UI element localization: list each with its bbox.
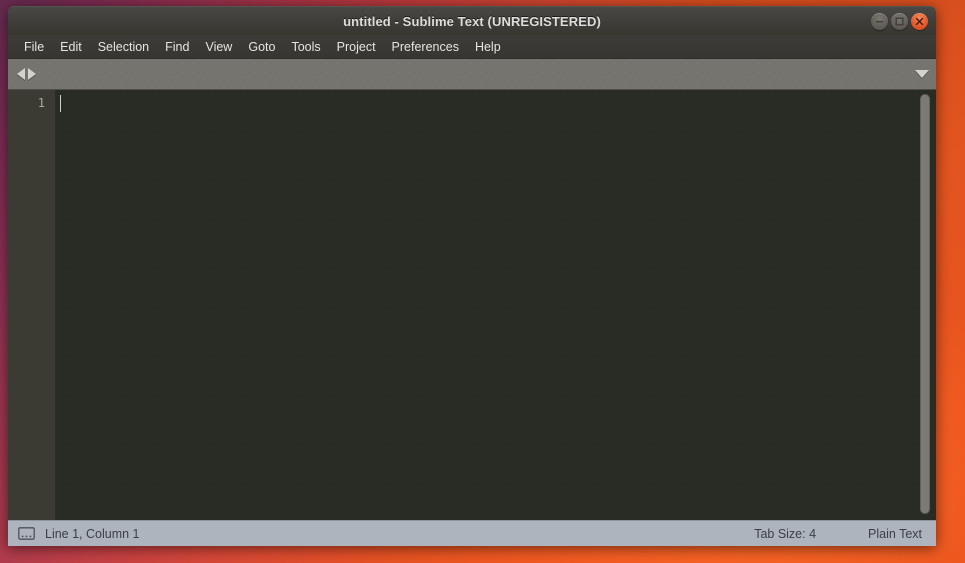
- window-controls: [871, 7, 928, 35]
- minimize-icon: [875, 17, 884, 26]
- tab-scroll-controls: [17, 68, 36, 80]
- menu-item-view[interactable]: View: [197, 37, 240, 57]
- menu-item-edit[interactable]: Edit: [52, 37, 90, 57]
- tabbar: [8, 59, 936, 90]
- line-number: 1: [37, 96, 45, 110]
- maximize-button[interactable]: [891, 12, 908, 30]
- window-titlebar[interactable]: untitled - Sublime Text (UNREGISTERED): [8, 6, 936, 35]
- menu-item-preferences[interactable]: Preferences: [384, 37, 467, 57]
- tab-size-label[interactable]: Tab Size: 4: [754, 527, 816, 541]
- triangle-right-icon[interactable]: [28, 68, 36, 80]
- vertical-scrollbar[interactable]: [920, 94, 930, 514]
- menu-item-selection[interactable]: Selection: [90, 37, 157, 57]
- maximize-icon: [895, 17, 904, 26]
- sublime-text-window: untitled - Sublime Text (UNREGISTERED) F…: [8, 6, 936, 546]
- menu-item-project[interactable]: Project: [329, 37, 384, 57]
- cursor-position-label: Line 1, Column 1: [45, 526, 140, 541]
- statusbar-left: Line 1, Column 1: [18, 527, 140, 541]
- menu-item-help[interactable]: Help: [467, 37, 509, 57]
- minimize-button[interactable]: [871, 12, 888, 30]
- window-title: untitled - Sublime Text (UNREGISTERED): [343, 13, 601, 29]
- close-icon: [915, 17, 924, 26]
- statusbar: Line 1, Column 1 Tab Size: 4 Plain Text: [8, 520, 936, 546]
- line-number-gutter: 1: [8, 90, 55, 520]
- console-icon[interactable]: [18, 527, 35, 540]
- menu-item-file[interactable]: File: [16, 37, 52, 57]
- triangle-left-icon[interactable]: [17, 68, 25, 80]
- menu-item-find[interactable]: Find: [157, 37, 197, 57]
- chevron-down-icon[interactable]: [915, 70, 929, 78]
- menu-item-tools[interactable]: Tools: [283, 37, 328, 57]
- editor-area[interactable]: 1: [8, 90, 936, 520]
- menubar: File Edit Selection Find View Goto Tools…: [8, 35, 936, 59]
- text-cursor: [60, 95, 61, 112]
- close-button[interactable]: [911, 12, 928, 30]
- menu-item-goto[interactable]: Goto: [240, 37, 283, 57]
- statusbar-right: Tab Size: 4 Plain Text: [754, 527, 922, 541]
- code-text-area[interactable]: [55, 90, 936, 520]
- syntax-label[interactable]: Plain Text: [868, 527, 922, 541]
- desktop-background: untitled - Sublime Text (UNREGISTERED) F…: [0, 0, 965, 563]
